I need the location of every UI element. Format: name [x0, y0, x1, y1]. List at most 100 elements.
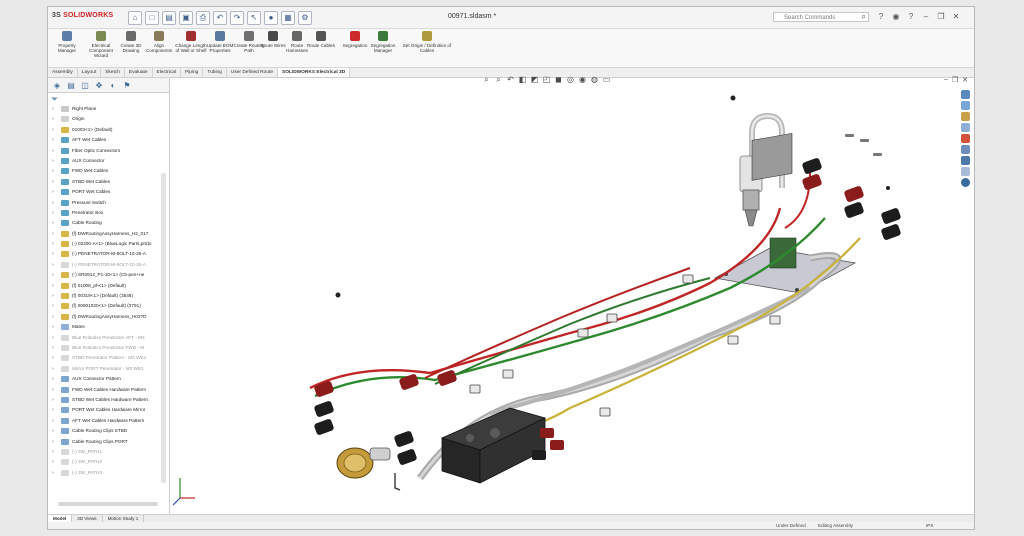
print-icon[interactable]: ⎙: [196, 11, 210, 25]
expand-caret-icon[interactable]: ›: [52, 218, 54, 228]
search-commands-input[interactable]: Search Commands ⌕: [773, 12, 869, 22]
tree-horizontal-scrollbar[interactable]: [58, 502, 158, 506]
command-tab[interactable]: Tubing: [203, 68, 227, 77]
tree-item[interactable]: › STBD Penetrator Pattern - M3 WE1: [48, 353, 160, 363]
tree-item[interactable]: › Mates: [48, 322, 160, 332]
tree-item[interactable]: › Penetrator Box: [48, 208, 160, 218]
expand-caret-icon[interactable]: ›: [52, 312, 54, 322]
expand-caret-icon[interactable]: ›: [52, 322, 54, 332]
help-icon[interactable]: ?: [876, 12, 886, 22]
expand-caret-icon[interactable]: ›: [52, 437, 54, 447]
tree-item[interactable]: › AUX Connector: [48, 156, 160, 166]
tree-item[interactable]: › FWD Wet Cables Hardware Pattern: [48, 385, 160, 395]
view-tab[interactable]: Model: [48, 515, 73, 522]
tree-item[interactable]: › AFT Wet Cables Hardware Pattern: [48, 416, 160, 426]
tree-item[interactable]: › Right Plane: [48, 104, 160, 114]
tree-item[interactable]: › 01003<1> (Default): [48, 125, 160, 135]
tree-item[interactable]: › (-) 3W_PATH2: [48, 457, 160, 467]
tree-item[interactable]: › (-) SR0912_P1-10<1> (Cb-pen+ne: [48, 270, 160, 280]
view-tab[interactable]: Motion Study 1: [103, 515, 145, 522]
ribbon-button-12[interactable]: Segregation Manager: [366, 31, 400, 53]
property-manager-tab-icon[interactable]: ▤: [65, 80, 77, 91]
tree-item[interactable]: › STBD Wet Cables: [48, 177, 160, 187]
expand-caret-icon[interactable]: ›: [52, 301, 54, 311]
expand-caret-icon[interactable]: ›: [52, 104, 54, 114]
expand-caret-icon[interactable]: ›: [52, 249, 54, 259]
expand-caret-icon[interactable]: ›: [52, 426, 54, 436]
select-arrow-icon[interactable]: ↖: [247, 11, 261, 25]
new-document-icon[interactable]: □: [145, 11, 159, 25]
minimize-icon[interactable]: –: [921, 12, 931, 22]
tree-item[interactable]: › Origin: [48, 114, 160, 124]
configuration-tab-icon[interactable]: ◫: [79, 80, 91, 91]
tree-item[interactable]: › Pressure Switch: [48, 198, 160, 208]
tree-item[interactable]: › (f) 00319<1> (Default) (3548): [48, 291, 160, 301]
open-folder-icon[interactable]: ▤: [162, 11, 176, 25]
expand-caret-icon[interactable]: ›: [52, 229, 54, 239]
expand-caret-icon[interactable]: ›: [52, 156, 54, 166]
expand-caret-icon[interactable]: ›: [52, 343, 54, 353]
options-gear-icon[interactable]: ⚙: [298, 11, 312, 25]
command-tab[interactable]: Electrical: [153, 68, 182, 77]
expand-caret-icon[interactable]: ›: [52, 114, 54, 124]
cable-harness-model[interactable]: [170, 78, 970, 508]
expand-caret-icon[interactable]: ›: [52, 198, 54, 208]
electrical-icon[interactable]: [961, 156, 970, 165]
units-status[interactable]: IPS: [926, 522, 933, 529]
tree-item[interactable]: › AUX Connector Pattern: [48, 374, 160, 384]
appearances-icon[interactable]: [961, 134, 970, 143]
expand-caret-icon[interactable]: ›: [52, 457, 54, 467]
ribbon-button-1[interactable]: Property Manager: [50, 31, 84, 53]
tree-item[interactable]: › (f) 00601020<1> (Default) (3791): [48, 301, 160, 311]
tree-item[interactable]: › Cable Routing Clips STBD: [48, 426, 160, 436]
expand-caret-icon[interactable]: ›: [52, 405, 54, 415]
expand-caret-icon[interactable]: ›: [52, 447, 54, 457]
view-tab[interactable]: 3D Views: [72, 515, 103, 522]
notes-icon[interactable]: [961, 167, 970, 176]
search-icon[interactable]: ⌕: [862, 12, 866, 22]
command-tab[interactable]: SOLIDWORKS Electrical 3D: [278, 68, 351, 77]
expand-caret-icon[interactable]: ›: [52, 166, 54, 176]
command-tab[interactable]: Evaluate: [125, 68, 153, 77]
expand-caret-icon[interactable]: ›: [52, 353, 54, 363]
expand-caret-icon[interactable]: ›: [52, 146, 54, 156]
expand-caret-icon[interactable]: ›: [52, 395, 54, 405]
tree-item[interactable]: › Fiber Optic Connectors: [48, 146, 160, 156]
command-tab[interactable]: Layout: [78, 68, 102, 77]
graphics-area[interactable]: ⌕ ⌕ ↶ ◧ ◩ ◰ ◼ ◎ ◉ ◍ ▭ – ❐ ✕: [170, 75, 974, 514]
expand-caret-icon[interactable]: ›: [52, 125, 54, 135]
electrical-tab-icon[interactable]: ⚑: [121, 80, 133, 91]
expand-caret-icon[interactable]: ›: [52, 135, 54, 145]
tree-item[interactable]: › (-) 3W_PATH3: [48, 468, 160, 478]
expand-caret-icon[interactable]: ›: [52, 281, 54, 291]
tree-item[interactable]: › (f) DWRoutingAssyHarness_H2_01?: [48, 229, 160, 239]
expand-caret-icon[interactable]: ›: [52, 291, 54, 301]
tree-item[interactable]: › PORT Wet Cables Hardware Mirror: [48, 405, 160, 415]
expand-caret-icon[interactable]: ›: [52, 260, 54, 270]
feature-tree-tab-icon[interactable]: ◈: [51, 80, 63, 91]
command-tab[interactable]: Piping: [181, 68, 204, 77]
expand-caret-icon[interactable]: ›: [52, 270, 54, 280]
home-icon[interactable]: ⌂: [128, 11, 142, 25]
tree-item[interactable]: › (-) PENETRATOR-M-8OLT-10-25-A: [48, 249, 160, 259]
ribbon-button-10[interactable]: Route Cables: [304, 31, 338, 48]
tree-item[interactable]: › (f) 01008_ph<1> (Default): [48, 281, 160, 291]
tree-item[interactable]: › PORT Wet Cables: [48, 187, 160, 197]
app-logo[interactable]: 3S SOLIDWORKS: [52, 12, 113, 19]
expand-caret-icon[interactable]: ›: [52, 208, 54, 218]
redo-icon[interactable]: ↷: [230, 11, 244, 25]
solidworks-resources-icon[interactable]: [961, 90, 970, 99]
ribbon-button-2[interactable]: Electrical Component Wizard: [84, 31, 118, 58]
tree-item[interactable]: › STBD Wet Cables Hardware Pattern: [48, 395, 160, 405]
tree-item[interactable]: › Cable Routing: [48, 218, 160, 228]
rebuild-icon[interactable]: ●: [264, 11, 278, 25]
user-icon[interactable]: ◉: [891, 12, 901, 22]
expand-caret-icon[interactable]: ›: [52, 177, 54, 187]
close-icon[interactable]: ✕: [951, 12, 961, 22]
tree-item[interactable]: › FWD Wet Cables: [48, 166, 160, 176]
tree-item[interactable]: › Mirror PORT Penetrator - M3 WE1: [48, 364, 160, 374]
undo-icon[interactable]: ↶: [213, 11, 227, 25]
tree-item[interactable]: › (-) 02200-A<1> (BlueLogic Parts,prtdo: [48, 239, 160, 249]
view-palette-icon[interactable]: [961, 123, 970, 132]
save-icon[interactable]: ▣: [179, 11, 193, 25]
